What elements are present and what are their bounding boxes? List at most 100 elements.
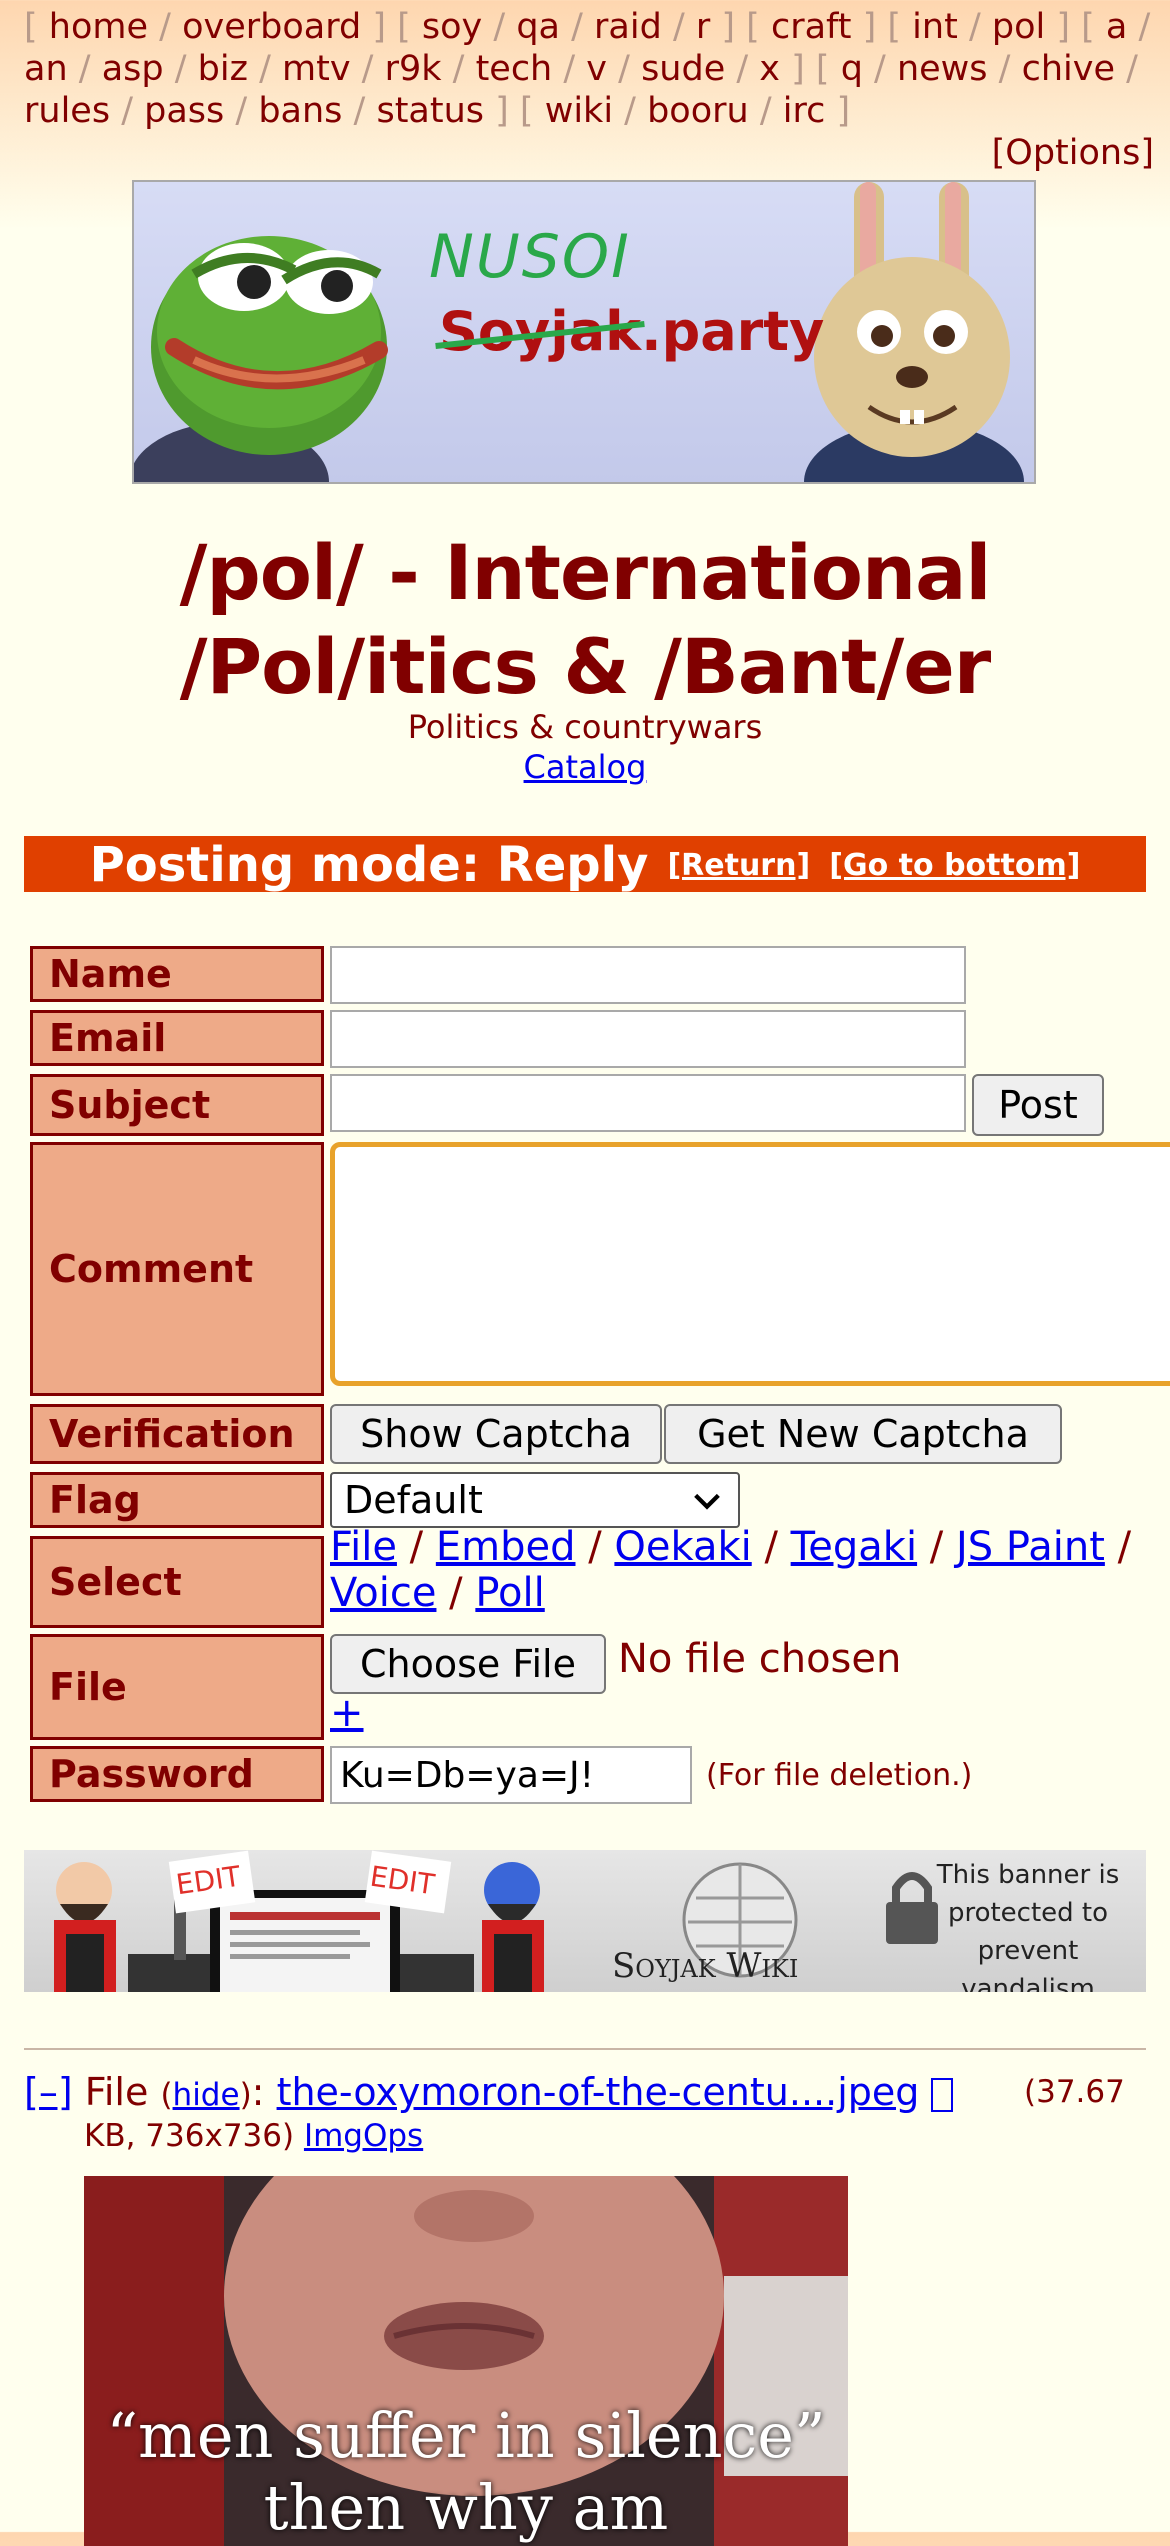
return-link[interactable]: [Return]	[667, 848, 810, 883]
board-link-v[interactable]: v	[586, 49, 607, 89]
board-link-raid[interactable]: raid	[594, 7, 662, 47]
select-separator: /	[396, 1524, 436, 1570]
boardlist-bracket-open: [	[519, 91, 545, 131]
boardlist-bracket-open: [	[815, 49, 841, 89]
select-link-js-paint[interactable]: JS Paint	[956, 1524, 1105, 1570]
boardlist-separator: /	[987, 49, 1022, 89]
board-link-tech[interactable]: tech	[476, 49, 553, 89]
boardlist-bracket-open: [	[397, 7, 422, 47]
banner-struck-text: Soyjak	[439, 300, 642, 363]
boardlist-separator: /	[862, 49, 897, 89]
select-link-poll[interactable]: Poll	[475, 1570, 544, 1616]
board-link-rules[interactable]: rules	[24, 91, 110, 131]
hide-wrap: (hide)	[160, 2077, 252, 2113]
board-link-r[interactable]: r	[696, 7, 710, 47]
wiki-banner[interactable]: EDIT EDIT Soyjak Wiki This banner is pro…	[24, 1850, 1146, 1992]
file-label: File	[30, 1634, 324, 1740]
posting-mode-text: Posting mode: Reply	[89, 837, 649, 893]
board-link-qa[interactable]: qa	[516, 7, 560, 47]
imgops-link[interactable]: ImgOps	[304, 2118, 423, 2154]
post-image[interactable]: “men suffer in silence” then why am	[84, 2176, 848, 2546]
boardlist-bracket-close: ]	[825, 91, 851, 131]
select-link-file[interactable]: File	[330, 1524, 397, 1570]
board-link-home[interactable]: home	[49, 7, 148, 47]
boardlist-separator: /	[482, 7, 517, 47]
download-icon[interactable]	[931, 2077, 954, 2112]
board-link-chive[interactable]: chive	[1022, 49, 1115, 89]
password-field[interactable]	[330, 1746, 692, 1804]
select-separator: /	[751, 1524, 791, 1570]
board-link-irc[interactable]: irc	[783, 91, 826, 131]
board-link-an[interactable]: an	[24, 49, 68, 89]
show-captcha-button[interactable]: Show Captcha	[330, 1404, 662, 1464]
board-link-bans[interactable]: bans	[258, 91, 342, 131]
posting-mode-bar: Posting mode: Reply [Return] [Go to bott…	[24, 836, 1146, 893]
comment-textarea[interactable]	[330, 1142, 1170, 1386]
select-separator: /	[1104, 1524, 1132, 1570]
board-link-q[interactable]: q	[841, 49, 863, 89]
post-button[interactable]: Post	[972, 1074, 1104, 1136]
board-link-pol[interactable]: pol	[992, 7, 1045, 47]
board-link-soy[interactable]: soy	[422, 7, 482, 47]
banner-site-text: Soyjak.party	[439, 300, 824, 363]
boardlist-bracket-open: [	[746, 7, 771, 47]
board-link-mtv[interactable]: mtv	[282, 49, 351, 89]
get-new-captcha-button[interactable]: Get New Captcha	[664, 1404, 1062, 1464]
file-size-cont: KB, 736x736) ImgOps	[84, 2118, 423, 2154]
name-label: Name	[30, 946, 324, 1002]
select-link-voice[interactable]: Voice	[330, 1570, 436, 1616]
filename-link[interactable]: the-oxymoron-of-the-centu....jpeg	[277, 2070, 920, 2114]
password-label: Password	[30, 1746, 324, 1802]
banner-suffix-text: .party	[641, 300, 825, 363]
chevron-down-icon	[694, 1493, 720, 1510]
board-link-overboard[interactable]: overboard	[182, 7, 361, 47]
board-link-booru[interactable]: booru	[647, 91, 749, 131]
board-title: /pol/ - International /Pol/itics & /Bant…	[179, 528, 992, 711]
board-link-biz[interactable]: biz	[198, 49, 248, 89]
board-link-status[interactable]: status	[376, 91, 484, 131]
catalog-link-wrap: Catalog	[0, 748, 1170, 786]
select-link-embed[interactable]: Embed	[436, 1524, 576, 1570]
boardlist-separator: /	[110, 91, 145, 131]
verification-label: Verification	[30, 1404, 324, 1464]
board-link-craft[interactable]: craft	[771, 7, 852, 47]
divider	[24, 2048, 1146, 2050]
board-link-pass[interactable]: pass	[144, 91, 224, 131]
select-link-oekaki[interactable]: Oekaki	[614, 1524, 751, 1570]
post-image-caption: “men suffer in silence” then why am	[106, 2399, 826, 2544]
boardlist-separator: /	[957, 7, 992, 47]
select-options: File / Embed / Oekaki / Tegaki / JS Pain…	[330, 1524, 1160, 1616]
boardlist-bracket-close: ]	[361, 7, 386, 47]
add-file-link[interactable]: +	[330, 1690, 364, 1736]
name-field[interactable]	[330, 946, 966, 1004]
site-banner[interactable]: NUSOI Soyjak.party	[132, 180, 1036, 484]
email-field[interactable]	[330, 1010, 966, 1068]
soyjak-wiki-text: Soyjak Wiki	[612, 1946, 799, 1986]
comment-label: Comment	[30, 1142, 324, 1396]
boardlist-separator: /	[725, 49, 760, 89]
subject-field[interactable]	[330, 1074, 966, 1132]
board-link-a[interactable]: a	[1106, 7, 1127, 47]
go-to-bottom-link[interactable]: [Go to bottom]	[829, 848, 1080, 883]
password-hint: (For file deletion.)	[706, 1758, 973, 1793]
select-link-tegaki[interactable]: Tegaki	[791, 1524, 917, 1570]
board-link-wiki[interactable]: wiki	[545, 91, 613, 131]
boardlist-separator: /	[247, 49, 282, 89]
collapse-post-link[interactable]: [–]	[24, 2070, 73, 2114]
choose-file-button[interactable]: Choose File	[330, 1634, 606, 1694]
flag-select[interactable]: Default	[330, 1472, 740, 1528]
boardlist-bracket-close: ]	[780, 49, 805, 89]
board-link-news[interactable]: news	[897, 49, 988, 89]
catalog-link[interactable]: Catalog	[524, 748, 647, 786]
board-link-x[interactable]: x	[759, 49, 780, 89]
select-separator: /	[575, 1524, 615, 1570]
boardlist-separator: /	[441, 49, 476, 89]
boardlist-separator: /	[1115, 49, 1138, 89]
board-link-int[interactable]: int	[912, 7, 958, 47]
board-link-sude[interactable]: sude	[641, 49, 725, 89]
board-link-r9k[interactable]: r9k	[385, 49, 442, 89]
board-link-asp[interactable]: asp	[102, 49, 164, 89]
hide-file-link[interactable]: hide	[173, 2077, 240, 2113]
options-link[interactable]: [Options]	[992, 132, 1154, 174]
post-file-info: [–] File (hide): the-oxymoron-of-the-cen…	[24, 2066, 1154, 2121]
